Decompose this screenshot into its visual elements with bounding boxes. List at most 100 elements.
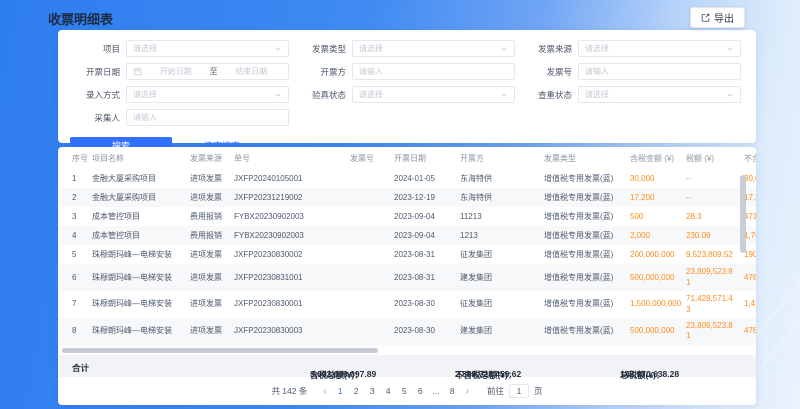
invoice-table: 序号项目名称发票来源单号发票号开票日期开票方发票类型含税金额 (¥)税额 (¥)… xyxy=(58,147,756,345)
page-button-5[interactable]: 5 xyxy=(397,384,412,398)
table-cell: 增值税专用发票(蓝) xyxy=(540,264,626,291)
table-row: 3成本管控项目费用报销FYBX202309020032023-09-041121… xyxy=(58,207,756,226)
column-header: 序号 xyxy=(58,147,88,169)
chevron-down-icon xyxy=(274,91,282,99)
page-button-6[interactable]: 6 xyxy=(413,384,428,398)
filter-label: 发票类型 xyxy=(290,43,346,55)
table-cell: 2023-08-30 xyxy=(390,318,456,345)
page-button-4[interactable]: 4 xyxy=(381,384,396,398)
summary-incl-value: 3,032,699,097.89 xyxy=(310,369,376,379)
page-button-1[interactable]: 1 xyxy=(333,384,348,398)
filter-label: 录入方式 xyxy=(64,89,120,101)
export-button[interactable]: 导出 xyxy=(690,7,745,28)
filter-label: 开票方 xyxy=(290,66,346,78)
table-cell: 71,428,571.43 xyxy=(682,291,740,318)
table-cell: 2023-08-30 xyxy=(390,291,456,318)
table-cell: 6 xyxy=(58,264,88,291)
vertical-scrollbar[interactable] xyxy=(740,175,746,253)
filter-field-录入方式: 录入方式请选择 xyxy=(64,86,290,103)
filter-select[interactable]: 请选择 xyxy=(578,40,741,57)
goto-page-group: 前往 页 xyxy=(487,384,543,398)
page-button-2[interactable]: 2 xyxy=(349,384,364,398)
filter-select[interactable]: 请选择 xyxy=(352,40,515,57)
table-cell: JXFP20230831001 xyxy=(230,264,346,291)
table-cell: 费用报销 xyxy=(186,207,230,226)
table-cell: 增值税专用发票(蓝) xyxy=(540,169,626,188)
goto-suffix: 页 xyxy=(534,385,543,397)
table-cell: JXFP20230830003 xyxy=(230,318,346,345)
table-row: 7珠穆朗玛峰—电梯安装进项发票JXFP202308300012023-08-30… xyxy=(58,291,756,318)
table-cell: 1,428,571,428.57 xyxy=(740,291,756,318)
table-cell: 476,190,476.19 xyxy=(740,264,756,291)
table-header-row: 序号项目名称发票来源单号发票号开票日期开票方发票类型含税金额 (¥)税额 (¥)… xyxy=(58,147,756,169)
table-cell: -- xyxy=(682,169,740,188)
filter-field-发票类型: 发票类型请选择 xyxy=(290,40,516,57)
placeholder-text: 请选择 xyxy=(585,43,723,54)
filter-input[interactable]: 请输入 xyxy=(578,63,741,80)
table-cell: 增值税专用发票(蓝) xyxy=(540,226,626,245)
filter-select[interactable]: 请选择 xyxy=(126,86,289,103)
table-viewport: 序号项目名称发票来源单号发票号开票日期开票方发票类型含税金额 (¥)税额 (¥)… xyxy=(58,147,756,355)
table-cell: 476,190,476.19 xyxy=(740,318,756,345)
filter-input[interactable]: 请输入 xyxy=(352,63,515,80)
page-ellipsis[interactable]: ... xyxy=(429,384,444,398)
filter-label: 查重状态 xyxy=(516,89,572,101)
chevron-down-icon xyxy=(274,45,282,53)
table-cell: 金融大厦采购项目 xyxy=(88,188,186,207)
table-cell: 建发集团 xyxy=(456,264,540,291)
date-start-placeholder: 开始日期 xyxy=(145,66,207,77)
table-row: 1金融大厦采购项目进项发票JXFP202401050012024-01-05东海… xyxy=(58,169,756,188)
page-button-3[interactable]: 3 xyxy=(365,384,380,398)
placeholder-text: 请输入 xyxy=(133,112,282,123)
table-cell: 4 xyxy=(58,226,88,245)
export-icon xyxy=(701,13,710,22)
table-cell: 1 xyxy=(58,169,88,188)
export-label: 导出 xyxy=(714,10,734,25)
table-cell xyxy=(346,245,390,264)
filter-select[interactable]: 请选择 xyxy=(126,40,289,57)
table-cell: 500 xyxy=(626,207,682,226)
chevron-down-icon xyxy=(500,91,508,99)
table-cell: 23,809,523.81 xyxy=(682,264,740,291)
table-row: 4成本管控项目费用报销FYBX202309020032023-09-041213… xyxy=(58,226,756,245)
column-header: 含税金额 (¥) xyxy=(626,147,682,169)
table-row: 2金融大厦采购项目进项发票JXFP202312190022023-12-19东海… xyxy=(58,188,756,207)
table-cell: 进项发票 xyxy=(186,318,230,345)
table-cell: 2023-08-31 xyxy=(390,264,456,291)
filter-select[interactable]: 请选择 xyxy=(352,86,515,103)
invoice-table-panel: 序号项目名称发票来源单号发票号开票日期开票方发票类型含税金额 (¥)税额 (¥)… xyxy=(58,147,756,405)
table-cell: FYBX20230902003 xyxy=(230,207,346,226)
filter-input[interactable]: 请输入 xyxy=(126,109,289,126)
table-cell: 进项发票 xyxy=(186,291,230,318)
summary-excl-value: 2,888,728,459.62 xyxy=(455,369,521,379)
placeholder-text: 请选择 xyxy=(359,89,497,100)
table-cell: FYBX20230902003 xyxy=(230,226,346,245)
table-cell: JXFP20240105001 xyxy=(230,169,346,188)
page-list: 123456...8 xyxy=(333,384,460,398)
placeholder-text: 请输入 xyxy=(585,66,734,77)
column-header: 发票类型 xyxy=(540,147,626,169)
filter-field-发票来源: 发票来源请选择 xyxy=(516,40,742,57)
filter-daterange[interactable]: 开始日期至结束日期 xyxy=(126,63,289,80)
next-page-button[interactable]: › xyxy=(461,386,474,397)
table-cell: 1213 xyxy=(456,226,540,245)
filter-select[interactable]: 请选择 xyxy=(578,86,741,103)
chevron-down-icon xyxy=(726,91,734,99)
goto-page-input[interactable] xyxy=(509,384,529,398)
page-title: 收票明细表 xyxy=(48,9,113,28)
table-cell: 东海特供 xyxy=(456,169,540,188)
table-cell: JXFP20230830001 xyxy=(230,291,346,318)
prev-page-button[interactable]: ‹ xyxy=(318,386,331,397)
horizontal-scrollbar[interactable] xyxy=(62,348,378,353)
table-cell: 珠穆朗玛峰—电梯安装 xyxy=(88,318,186,345)
table-cell: 进项发票 xyxy=(186,169,230,188)
filter-label: 项目 xyxy=(64,43,120,55)
table-cell xyxy=(346,207,390,226)
table-cell: 500,000,000 xyxy=(626,318,682,345)
table-cell: 建发集团 xyxy=(456,318,540,345)
table-cell: 2023-09-04 xyxy=(390,207,456,226)
table-cell: 增值税专用发票(蓝) xyxy=(540,291,626,318)
filter-panel: 项目请选择发票类型请选择发票来源请选择开票日期开始日期至结束日期开票方请输入发票… xyxy=(58,30,756,143)
page-button-8[interactable]: 8 xyxy=(445,384,460,398)
column-header: 项目名称 xyxy=(88,147,186,169)
